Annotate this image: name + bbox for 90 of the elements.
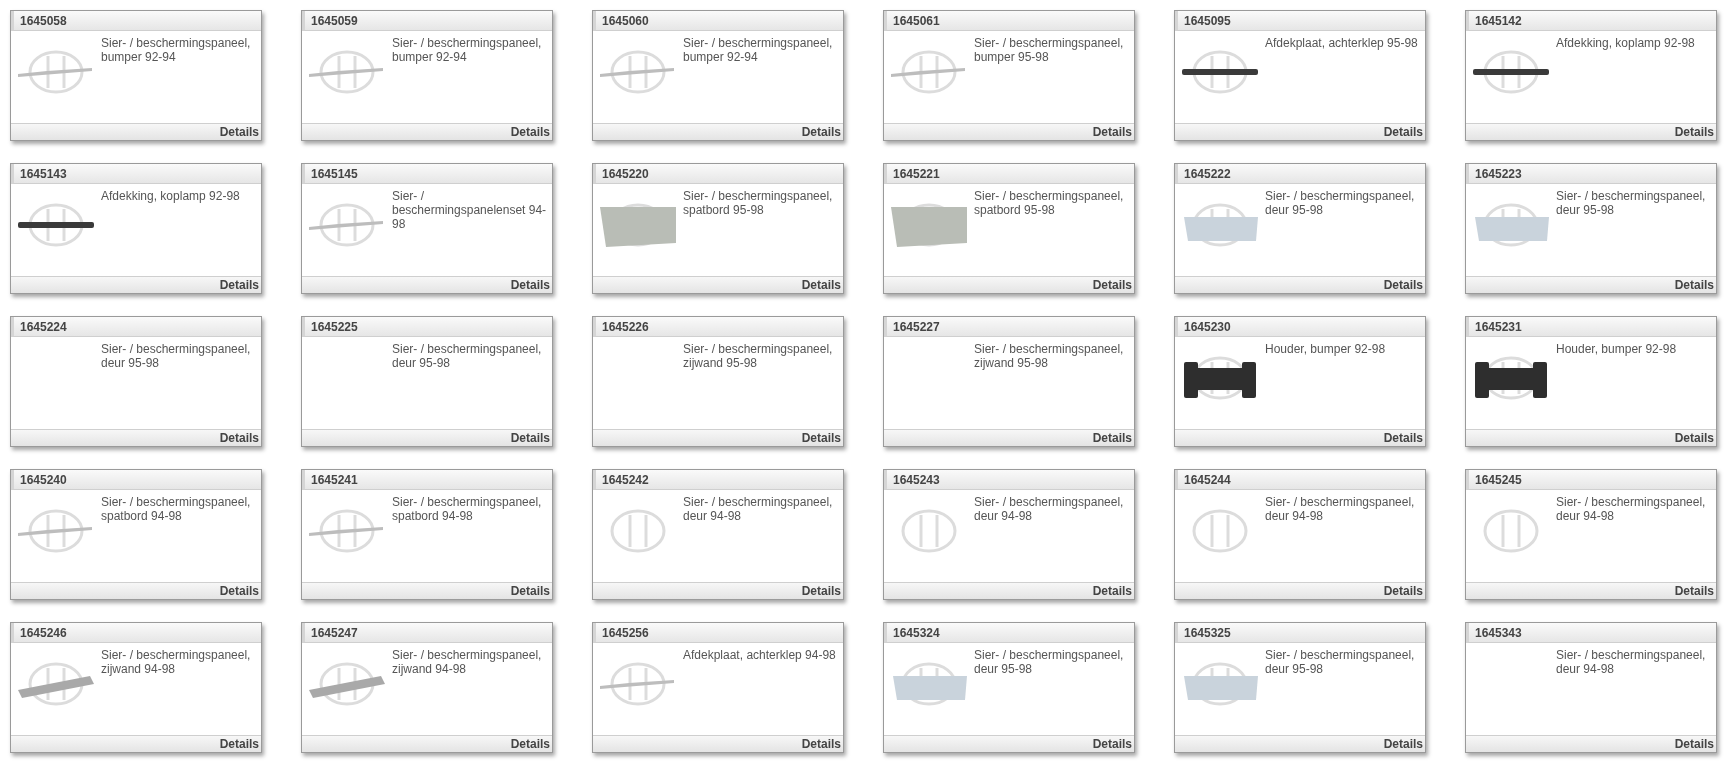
product-description: Afdekplaat, achterklep 94-98	[683, 648, 837, 664]
details-link[interactable]: Details	[801, 123, 843, 141]
product-description: Sier- / beschermingspaneel, spatbord 95-98	[683, 189, 834, 219]
product-description: Sier- / beschermingspaneel, bumper 92-94	[392, 36, 543, 66]
details-link[interactable]: Details	[219, 123, 261, 141]
details-link[interactable]: Details	[510, 276, 552, 294]
details-link[interactable]: Details	[1674, 123, 1716, 141]
article-number: 1645220	[602, 165, 649, 183]
details-link[interactable]: Details	[801, 735, 843, 753]
article-number: 1645256	[602, 624, 649, 642]
article-number: 1645223	[1475, 165, 1522, 183]
product-description: Sier- / beschermingspaneel, deur 95-98	[1265, 648, 1416, 678]
article-number: 1645145	[311, 165, 358, 183]
product-description: Houder, bumper 92-98	[1265, 342, 1387, 358]
product-description: Sier- / beschermingspaneel, spatbord 94-98	[392, 495, 543, 525]
article-number: 1645095	[1184, 12, 1231, 30]
details-link[interactable]: Details	[801, 429, 843, 447]
details-link[interactable]: Details	[1383, 123, 1425, 141]
article-number: 1645221	[893, 165, 940, 183]
product-description: Sier- / beschermingspaneel, zijwand 95-98	[683, 342, 834, 372]
details-link[interactable]: Details	[219, 735, 261, 753]
article-number: 1645325	[1184, 624, 1231, 642]
product-description: Sier- / beschermingspaneel, spatbord 95-98	[974, 189, 1125, 219]
article-number: 1645242	[602, 471, 649, 489]
details-link[interactable]: Details	[1674, 735, 1716, 753]
article-number: 1645245	[1475, 471, 1522, 489]
product-description: Afdekking, koplamp 92-98	[101, 189, 241, 205]
article-number: 1645244	[1184, 471, 1231, 489]
article-number: 1645227	[893, 318, 940, 336]
details-link[interactable]: Details	[510, 582, 552, 600]
article-number: 1645059	[311, 12, 358, 30]
details-link[interactable]: Details	[219, 582, 261, 600]
details-link[interactable]: Details	[1383, 276, 1425, 294]
product-description: Sier- / beschermingspaneel, spatbord 94-98	[101, 495, 252, 525]
product-description: Sier- / beschermingspaneel, bumper 95-98	[974, 36, 1125, 66]
article-number: 1645246	[20, 624, 67, 642]
product-description: Sier- / beschermingspaneel, deur 95-98	[1556, 189, 1707, 219]
article-number: 1645231	[1475, 318, 1522, 336]
article-number: 1645060	[602, 12, 649, 30]
details-link[interactable]: Details	[1383, 582, 1425, 600]
article-number: 1645247	[311, 624, 358, 642]
details-link[interactable]: Details	[510, 735, 552, 753]
article-number: 1645343	[1475, 624, 1522, 642]
article-number: 1645241	[311, 471, 358, 489]
details-link[interactable]: Details	[1383, 429, 1425, 447]
product-description: Sier- / beschermingspaneel, deur 95-98	[101, 342, 252, 372]
product-description: Sier- / beschermingspaneel, deur 94-98	[974, 495, 1125, 525]
article-number: 1645324	[893, 624, 940, 642]
product-description: Sier- / beschermingspanelenset 94-98	[392, 189, 548, 233]
details-link[interactable]: Details	[801, 582, 843, 600]
article-number: 1645243	[893, 471, 940, 489]
article-number: 1645143	[20, 165, 67, 183]
product-description: Sier- / beschermingspaneel, deur 94-98	[1265, 495, 1416, 525]
details-link[interactable]: Details	[219, 429, 261, 447]
article-number: 1645240	[20, 471, 67, 489]
details-link[interactable]: Details	[1674, 429, 1716, 447]
product-description: Sier- / beschermingspaneel, bumper 92-94	[101, 36, 252, 66]
article-number: 1645225	[311, 318, 358, 336]
product-description: Sier- / beschermingspaneel, deur 94-98	[1556, 495, 1707, 525]
product-description: Sier- / beschermingspaneel, deur 95-98	[974, 648, 1125, 678]
article-number: 1645222	[1184, 165, 1231, 183]
details-link[interactable]: Details	[510, 123, 552, 141]
article-number: 1645230	[1184, 318, 1231, 336]
details-link[interactable]: Details	[1092, 735, 1134, 753]
details-link[interactable]: Details	[510, 429, 552, 447]
details-link[interactable]: Details	[1092, 429, 1134, 447]
article-number: 1645142	[1475, 12, 1522, 30]
details-link[interactable]: Details	[1674, 582, 1716, 600]
article-number: 1645224	[20, 318, 67, 336]
details-link[interactable]: Details	[219, 276, 261, 294]
product-description: Sier- / beschermingspaneel, zijwand 95-98	[974, 342, 1125, 372]
product-description: Afdekking, koplamp 92-98	[1556, 36, 1696, 52]
details-link[interactable]: Details	[1092, 276, 1134, 294]
product-description: Sier- / beschermingspaneel, bumper 92-94	[683, 36, 834, 66]
details-link[interactable]: Details	[801, 276, 843, 294]
article-number: 1645061	[893, 12, 940, 30]
product-description: Sier- / beschermingspaneel, deur 94-98	[1556, 648, 1707, 678]
details-link[interactable]: Details	[1092, 123, 1134, 141]
product-description: Sier- / beschermingspaneel, deur 94-98	[683, 495, 834, 525]
product-description: Sier- / beschermingspaneel, deur 95-98	[1265, 189, 1416, 219]
product-description: Sier- / beschermingspaneel, zijwand 94-98	[392, 648, 543, 678]
product-description: Sier- / beschermingspaneel, zijwand 94-98	[101, 648, 252, 678]
product-description: Sier- / beschermingspaneel, deur 95-98	[392, 342, 543, 372]
details-link[interactable]: Details	[1092, 582, 1134, 600]
product-description: Afdekplaat, achterklep 95-98	[1265, 36, 1419, 52]
article-number: 1645226	[602, 318, 649, 336]
product-description: Houder, bumper 92-98	[1556, 342, 1678, 358]
details-link[interactable]: Details	[1383, 735, 1425, 753]
article-number: 1645058	[20, 12, 67, 30]
details-link[interactable]: Details	[1674, 276, 1716, 294]
